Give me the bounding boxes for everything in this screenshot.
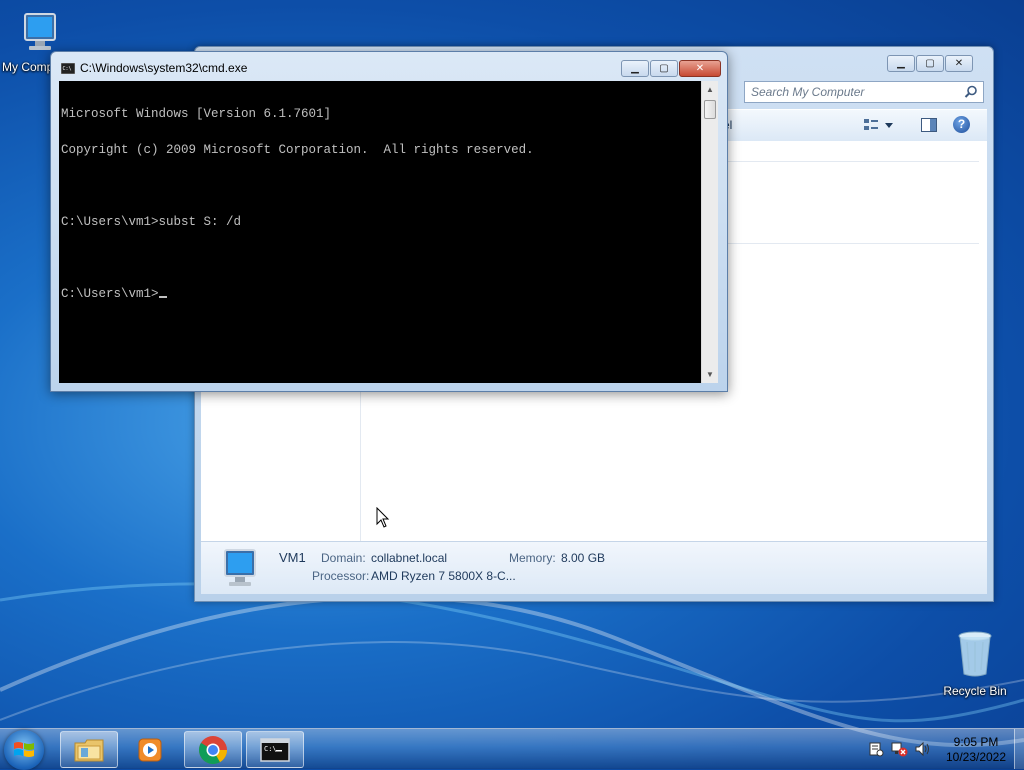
volume-icon[interactable] [914,741,932,757]
search-icon [964,85,978,102]
media-player-icon [138,738,162,761]
content-divider [721,243,979,244]
cmd-window[interactable]: C:\ C:\Windows\system32\cmd.exe ▁ ▢ ✕ Mi… [50,51,728,392]
recycle-bin-icon [958,631,992,677]
mouse-pointer-icon [376,507,390,528]
minimize-button[interactable]: ▁ [887,55,915,72]
network-disconnected-icon[interactable] [890,741,908,757]
taskbar-chrome-button[interactable] [184,731,242,768]
maximize-button[interactable]: ▢ [916,55,944,72]
content-divider [721,161,979,162]
processor-value: AMD Ryzen 7 5800X 8-C... [371,569,516,583]
computer-name: VM1 [279,550,306,565]
taskbar: C:\ 9:05 PM 10/23/2022 [0,728,1024,770]
cmd-icon: C:\ [61,62,75,74]
domain-label: Domain: [321,551,366,565]
recycle-bin-label: Recycle Bin [943,684,1007,698]
search-input[interactable]: Search My Computer [744,81,984,103]
recycle-bin-desktop-icon[interactable]: Recycle Bin [935,628,1015,698]
preview-pane-icon[interactable] [921,118,937,135]
cmd-scrollbar[interactable]: ▲ ▼ [701,81,718,383]
details-pane: VM1 Domain: collabnet.local Memory: 8.00… [201,541,987,594]
windows-logo-icon [14,742,34,757]
search-placeholder: Search My Computer [751,85,865,99]
cmd-window-controls: ▁ ▢ ✕ [621,60,721,77]
taskbar-cmd-button[interactable]: C:\ [246,731,304,768]
clock-date: 10/23/2022 [945,750,1007,764]
help-icon[interactable]: ? [953,116,970,133]
cmd-titlebar[interactable]: C:\ C:\Windows\system32\cmd.exe [61,61,247,75]
cmd-icon: C:\ [260,737,290,762]
svg-text:C:\: C:\ [63,66,72,72]
action-center-icon[interactable] [868,741,884,757]
memory-value: 8.00 GB [561,551,606,565]
start-button[interactable] [4,730,44,770]
processor-label: Processor: [312,569,370,583]
minimize-button[interactable]: ▁ [621,60,649,77]
svg-text:C:\: C:\ [264,745,277,753]
chrome-icon [199,735,227,764]
text-cursor [158,296,167,298]
cmd-console[interactable]: Microsoft Windows [Version 6.1.7601] Cop… [59,81,701,383]
clock-time: 9:05 PM [953,735,999,749]
close-button[interactable]: ✕ [945,55,973,72]
console-line: Copyright (c) 2009 Microsoft Corporation… [61,143,534,157]
taskbar-explorer-button[interactable] [60,731,118,768]
computer-icon [224,549,256,586]
console-prompt-line: C:\Users\vm1> [61,288,701,300]
taskbar-media-player-button[interactable] [121,731,179,768]
domain-value: collabnet.local [371,551,448,565]
folder-icon [74,739,104,761]
explorer-window-controls: ▁ ▢ ✕ [887,55,973,72]
system-clock[interactable]: 9:05 PM 10/23/2022 [936,735,1016,765]
show-desktop-button[interactable] [1014,729,1024,769]
scroll-up-icon[interactable]: ▲ [702,81,718,98]
scroll-thumb[interactable] [704,100,716,119]
view-options-icon[interactable] [863,117,895,136]
console-line: C:\Users\vm1>subst S: /d [61,215,242,229]
console-prompt: C:\Users\vm1> [61,287,159,301]
console-line: Microsoft Windows [Version 6.1.7601] [61,107,332,121]
computer-icon [24,13,56,50]
memory-label: Memory: [509,551,556,565]
maximize-button[interactable]: ▢ [650,60,678,77]
cmd-title-text: C:\Windows\system32\cmd.exe [80,61,248,75]
close-button[interactable]: ✕ [679,60,721,77]
scroll-down-icon[interactable]: ▼ [702,366,718,383]
